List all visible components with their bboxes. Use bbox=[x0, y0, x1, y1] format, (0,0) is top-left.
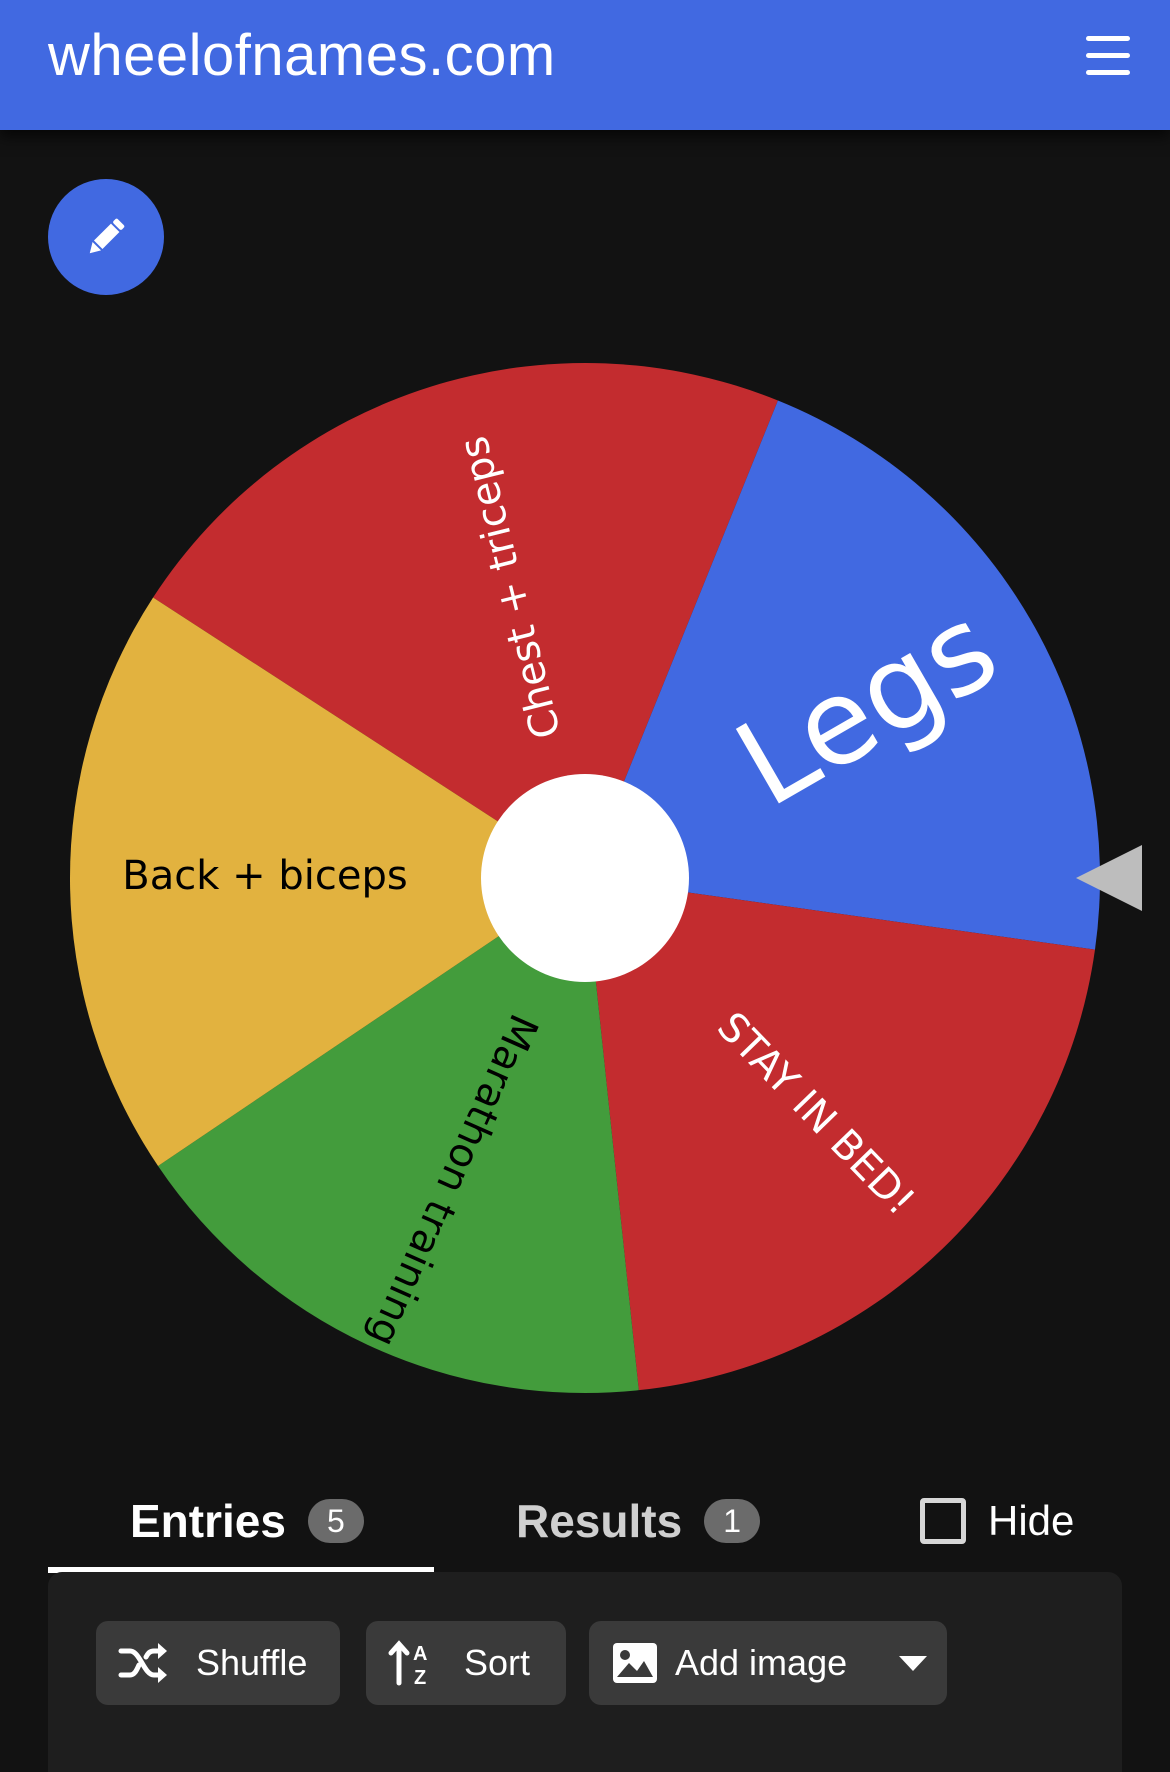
wheel-segment-label: Back + biceps bbox=[122, 853, 407, 899]
shuffle-label: Shuffle bbox=[196, 1642, 308, 1683]
add-image-button[interactable]: Add image bbox=[589, 1621, 947, 1705]
tab-results-label: Results bbox=[516, 1495, 683, 1547]
results-count-badge: 1 bbox=[704, 1499, 761, 1543]
sort-label: Sort bbox=[464, 1642, 531, 1683]
edit-button[interactable] bbox=[48, 179, 164, 295]
shuffle-button[interactable]: Shuffle bbox=[96, 1621, 340, 1705]
shuffle-icon bbox=[118, 1643, 167, 1683]
hamburger-menu-icon[interactable] bbox=[1086, 36, 1130, 76]
svg-text:Z: Z bbox=[414, 1667, 426, 1687]
site-title[interactable]: wheelofnames.com bbox=[48, 20, 556, 92]
wheel-center-hub[interactable] bbox=[481, 774, 689, 982]
hide-toggle[interactable]: Hide bbox=[920, 1475, 1074, 1567]
tab-entries[interactable]: Entries 5 bbox=[130, 1475, 364, 1567]
wheel[interactable]: Chest + triceps LegsSTAY IN BED!Marathon … bbox=[0, 330, 1170, 1430]
entries-count-badge: 5 bbox=[307, 1499, 364, 1543]
top-app-bar: wheelofnames.com bbox=[0, 0, 1170, 130]
add-image-label: Add image bbox=[675, 1642, 848, 1683]
sort-button[interactable]: A Z Sort bbox=[366, 1621, 566, 1705]
image-icon bbox=[613, 1643, 657, 1683]
tab-entries-label: Entries bbox=[130, 1495, 286, 1547]
hide-label: Hide bbox=[988, 1497, 1075, 1544]
tab-results[interactable]: Results 1 bbox=[516, 1475, 761, 1567]
sort-az-icon: A Z bbox=[388, 1640, 427, 1687]
caret-down-icon[interactable] bbox=[897, 1653, 929, 1673]
entries-panel: Shuffle A Z Sort Add image bbox=[48, 1572, 1122, 1772]
hide-checkbox[interactable] bbox=[920, 1498, 966, 1544]
entries-results-tabs: Entries 5 Results 1 Hide bbox=[48, 1475, 1122, 1573]
pencil-icon bbox=[89, 218, 125, 254]
svg-text:A: A bbox=[413, 1643, 427, 1665]
wheel-container: Chest + triceps Legs STAY IN BED! Marathon … bbox=[0, 330, 1170, 1430]
